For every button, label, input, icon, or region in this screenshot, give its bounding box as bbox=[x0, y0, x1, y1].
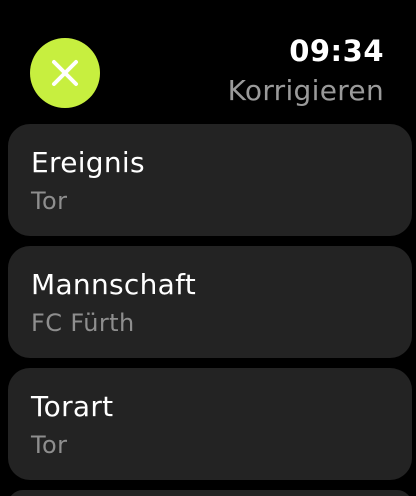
list-item-torart[interactable]: Torart Tor bbox=[8, 368, 412, 480]
watch-screen: 09:34 Korrigieren Ereignis Tor Mannschaf… bbox=[0, 0, 416, 496]
list-item-label: Torart bbox=[31, 390, 114, 423]
list-item-label: Mannschaft bbox=[31, 268, 197, 301]
close-icon bbox=[52, 60, 78, 86]
settings-list: Ereignis Tor Mannschaft FC Fürth Torart … bbox=[8, 124, 412, 496]
list-item-value: Tor bbox=[31, 187, 68, 215]
list-item-value: FC Fürth bbox=[31, 309, 135, 337]
list-item-label: Ereignis bbox=[31, 146, 145, 179]
page-title: Korrigieren bbox=[227, 74, 384, 107]
close-button[interactable] bbox=[30, 38, 100, 108]
clock-time: 09:34 bbox=[289, 34, 384, 68]
list-item-partial[interactable] bbox=[8, 490, 412, 496]
list-item-mannschaft[interactable]: Mannschaft FC Fürth bbox=[8, 246, 412, 358]
list-item-value: Tor bbox=[31, 431, 68, 459]
list-item-ereignis[interactable]: Ereignis Tor bbox=[8, 124, 412, 236]
